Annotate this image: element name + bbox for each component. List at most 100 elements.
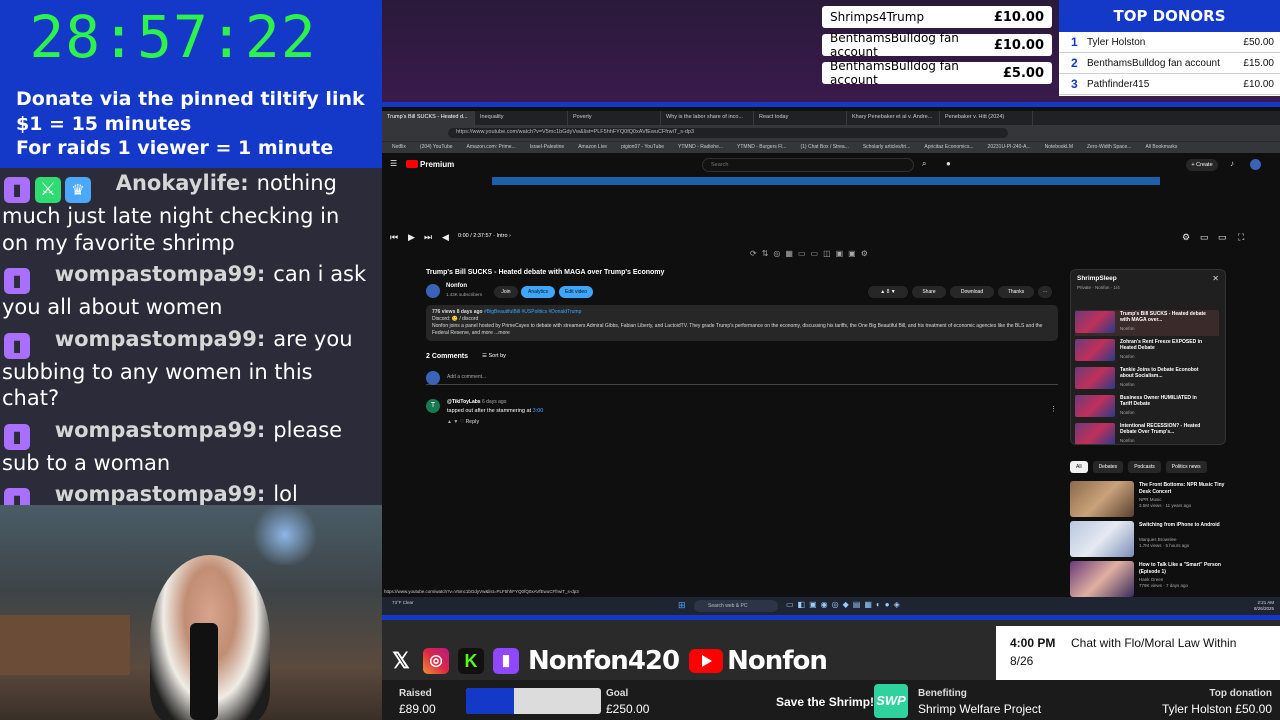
next-icon[interactable]: ⏭ xyxy=(424,232,432,243)
browser-tab[interactable]: React today xyxy=(754,111,847,125)
fullscreen-icon[interactable]: ⛶ xyxy=(1238,232,1244,243)
heart-icon[interactable]: ♡ xyxy=(460,419,464,425)
comment-author-name[interactable]: @TikiToyLabs xyxy=(447,399,481,405)
bookmark[interactable]: YTMND - Burgers Fl... xyxy=(737,142,786,153)
miniplayer-icon[interactable]: ▭ xyxy=(1200,232,1209,243)
browser-capture: Trump's Bill SUCKS - Heated d... Inequal… xyxy=(382,102,1280,620)
reply-button[interactable]: Reply xyxy=(466,419,480,425)
browser-tab[interactable]: Trump's Bill SUCKS - Heated d... xyxy=(382,111,475,125)
taskbar-search[interactable]: Search web & PC xyxy=(694,600,778,612)
bell-icon[interactable]: ♪ xyxy=(1230,159,1234,168)
search-icon[interactable]: ⌕ xyxy=(922,159,926,169)
channel-name[interactable]: Nonfon xyxy=(446,283,467,289)
chip-politics-news[interactable]: Politics news xyxy=(1165,461,1207,473)
chip-all[interactable]: All xyxy=(1070,461,1088,473)
video-description[interactable]: 776 views 8 days ago #BigBeautifulBill #… xyxy=(426,305,1058,341)
bookmark[interactable]: Amazon.com: Prime... xyxy=(467,142,516,153)
subathon-timer: 28:57:22 xyxy=(29,3,317,71)
thumbs-down-icon[interactable]: ▼ xyxy=(453,419,458,425)
weather-widget[interactable]: 73°F Clear xyxy=(392,600,414,605)
playlist-item-title: Trump's Bill SUCKS - Heated debate with … xyxy=(1120,311,1206,323)
bookmark[interactable]: Zero-Width Space... xyxy=(1087,142,1131,153)
volume-icon[interactable]: ◀ xyxy=(442,232,449,243)
browser-tab[interactable]: Khary Penebaker et al v. Andre... xyxy=(847,111,940,125)
playlist-title[interactable]: ShrimpSleep xyxy=(1077,275,1117,282)
play-icon[interactable]: ▶ xyxy=(408,232,415,243)
menu-icon[interactable]: ☰ xyxy=(390,159,397,168)
mic-icon[interactable]: ● xyxy=(946,159,951,168)
recommended-video[interactable]: Switching from iPhone to Android Marques… xyxy=(1070,521,1230,557)
twitch-badge-icon: ▮ xyxy=(4,488,30,505)
bookmark[interactable]: Amazon Live xyxy=(578,142,607,153)
playlist-item[interactable]: Zohran's Rent Freeze EXPOSED in Heated D… xyxy=(1075,338,1219,364)
browser-tab[interactable]: Penebaker v. Hitt (2024) xyxy=(940,111,1033,125)
swp-logo: SWP xyxy=(874,684,908,718)
bookmark[interactable]: (1) Chat Box / Strea... xyxy=(800,142,848,153)
analytics-button[interactable]: Analytics xyxy=(521,286,555,298)
chip-debates[interactable]: Debates xyxy=(1092,461,1124,473)
chat-message: ▮ wompastompa99: please sub to a woman xyxy=(2,417,370,477)
recommended-video[interactable]: The Front Bottoms: NPR Music Tiny Desk C… xyxy=(1070,481,1230,517)
taskbar-app-icons[interactable]: ▭◧▣◉◎◆▤▦◐●◈ xyxy=(786,600,904,609)
channel-avatar[interactable] xyxy=(426,284,440,298)
recent-donation: BenthamsBulldog fan account £10.00 xyxy=(822,31,1052,59)
thumbs-up-icon[interactable]: ▲ xyxy=(447,419,452,425)
browser-tab[interactable]: Why is the labor share of inco... xyxy=(661,111,754,125)
playlist-item[interactable]: Intentional RECESSION? - Heated Debate O… xyxy=(1075,422,1219,444)
browser-tab[interactable]: Inequality xyxy=(475,111,568,125)
playlist-item[interactable]: Business Owner HUMILIATED in Tariff Deba… xyxy=(1075,394,1219,420)
bookmark[interactable]: pigion07 - YouTube xyxy=(621,142,664,153)
playlist-item[interactable]: Tankie Joins to Debate Econobot about So… xyxy=(1075,366,1219,392)
bookmark[interactable]: NotebookLM xyxy=(1045,142,1073,153)
add-comment-placeholder: Add a comment... xyxy=(447,374,487,380)
search-input[interactable]: Search xyxy=(702,158,914,172)
fundraiser-progress xyxy=(466,688,601,714)
top-donation-label: Top donation xyxy=(1209,688,1272,699)
comment-timestamp-link[interactable]: 3:00 xyxy=(533,408,544,414)
taskbar-clock[interactable]: 2:21 AM 8/26/2025 xyxy=(1254,600,1274,612)
close-icon[interactable]: ✕ xyxy=(1212,274,1219,283)
bookmark[interactable]: Scholarly articles/tri... xyxy=(863,142,911,153)
crown-badge-icon: ♛ xyxy=(65,177,91,203)
join-button[interactable]: Join xyxy=(494,286,518,298)
browser-tab[interactable]: Poverty xyxy=(568,111,661,125)
edit-video-button[interactable]: Edit video xyxy=(559,286,593,298)
bookmark[interactable]: 20231U-PI-240-A... xyxy=(988,142,1031,153)
avatar[interactable] xyxy=(1250,159,1261,170)
share-button[interactable]: Share xyxy=(912,286,946,298)
more-icon[interactable]: ⋯ xyxy=(1038,286,1052,298)
bookmark[interactable]: (204) YouTube xyxy=(420,142,453,153)
twitch-badge-icon: ▮ xyxy=(4,177,30,203)
download-button[interactable]: Download xyxy=(950,286,994,298)
create-button[interactable]: + Create xyxy=(1186,159,1218,171)
chat-username: wompastompa99: xyxy=(54,262,266,286)
video-frame[interactable] xyxy=(492,177,1160,185)
url-bar[interactable]: https://www.youtube.com/watch?v=V5mc1bGd… xyxy=(448,128,1008,138)
youtube-logo[interactable]: Premium xyxy=(406,160,454,169)
playlist-item-channel: Nonfon xyxy=(1120,438,1135,443)
theater-icon[interactable]: ▭ xyxy=(1218,232,1227,243)
comment-menu-icon[interactable]: ⋮ xyxy=(1050,405,1057,413)
twitch-badge-icon: ▮ xyxy=(4,332,30,359)
playlist-item-channel: Nonfon xyxy=(1120,410,1135,415)
hashtags[interactable]: #BigBeautifulBill #USPolitics #DonaldTru… xyxy=(484,309,581,315)
sort-by-button[interactable]: ☰ Sort by xyxy=(482,353,506,359)
playlist-item[interactable]: Trump's Bill SUCKS - Heated debate with … xyxy=(1075,310,1219,336)
start-icon[interactable]: ⊞ xyxy=(678,600,686,611)
add-comment-input[interactable]: Add a comment... xyxy=(426,371,1058,385)
bookmark[interactable]: Israel-Palestine xyxy=(530,142,564,153)
settings-icon[interactable]: ⚙ xyxy=(1182,232,1190,243)
extension-toolbar: ⟳⇅◎▦▭▭◫▣▣⚙ xyxy=(750,249,873,258)
like-button[interactable]: ▲ 8 ▼ xyxy=(868,286,908,298)
bookmark[interactable]: Netflix xyxy=(392,142,406,153)
bookmark[interactable]: Apricitaz Economics... xyxy=(924,142,973,153)
recommended-title: Switching from iPhone to Android xyxy=(1139,522,1220,528)
chip-podcasts[interactable]: Podcasts xyxy=(1128,461,1161,473)
thanks-button[interactable]: Thanks xyxy=(998,286,1034,298)
recommended-video[interactable]: How to Talk Like a "Smart" Person (Episo… xyxy=(1070,561,1230,597)
bookmark[interactable]: YTMND - Radiohe... xyxy=(678,142,723,153)
previous-icon[interactable]: ⏮ xyxy=(390,232,398,243)
chat-username: wompastompa99: xyxy=(54,326,266,351)
bookmark[interactable]: All Bookmarks xyxy=(1145,142,1177,153)
commenter-avatar[interactable]: T xyxy=(426,399,440,413)
